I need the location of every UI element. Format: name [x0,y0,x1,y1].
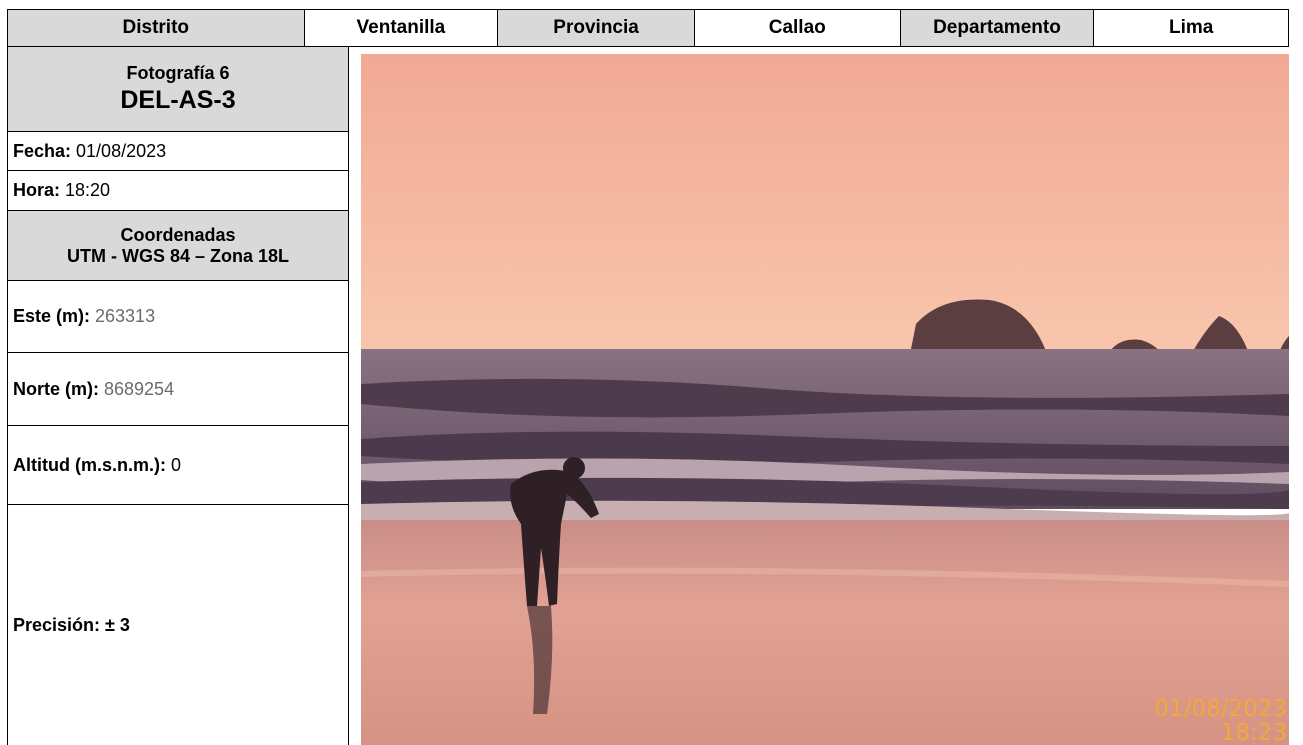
hora-value: 18:20 [65,180,111,200]
photo-title: Fotografía 6 [126,63,230,83]
wet-sand [361,520,1289,745]
photo-timestamp: 01/08/2023 18:23 [1154,697,1287,745]
fecha-value: 01/08/2023 [76,140,167,161]
norte-row: Norte (m): 8689254 [8,353,348,426]
norte-value: 8689254 [104,378,175,399]
location-header-row: Distrito Ventanilla Provincia Callao Dep… [7,9,1289,47]
provincia-value: Callao [694,10,901,46]
altitud-row: Altitud (m.s.n.m.): 0 [8,426,348,505]
photo-code: DEL-AS-3 [120,86,236,114]
norte-label: Norte (m): [13,378,99,399]
precision-value: ± 3 [105,614,130,635]
altitud-label: Altitud (m.s.n.m.): [13,454,166,475]
coord-title: Coordenadas [120,224,236,245]
precision-label: Precisión: [13,614,101,635]
fecha-label: Fecha: [13,140,72,161]
fecha-row: Fecha: 01/08/2023 [8,132,348,171]
photo-record-sheet: Distrito Ventanilla Provincia Callao Dep… [0,0,1303,745]
coordinates-header: Coordenadas UTM - WGS 84 – Zona 18L [8,211,348,281]
departamento-label: Departamento [900,10,1095,46]
stamp-time: 18:23 [1220,720,1287,745]
provincia-label: Provincia [498,10,695,46]
hora-label: Hora: [13,180,61,200]
este-value: 263313 [95,306,156,326]
distrito-label: Distrito [8,10,305,46]
photo-title-block: Fotografía 6 DEL-AS-3 [8,47,348,132]
hora-row: Hora: 18:20 [8,171,348,211]
photo-scene [361,54,1289,745]
stamp-date: 01/08/2023 [1154,696,1287,722]
coord-system: UTM - WGS 84 – Zona 18L [66,245,290,266]
precision-row: Precisión: ± 3 [8,505,348,745]
distrito-value: Ventanilla [304,10,499,46]
departamento-value: Lima [1094,10,1288,46]
beach-photograph: 01/08/2023 18:23 [361,54,1289,745]
altitud-value: 0 [170,454,181,475]
sky [361,54,1289,354]
info-column: Fotografía 6 DEL-AS-3 Fecha: 01/08/2023 … [7,47,349,745]
este-row: Este (m): 263313 [8,281,348,353]
este-label: Este (m): [13,306,91,326]
